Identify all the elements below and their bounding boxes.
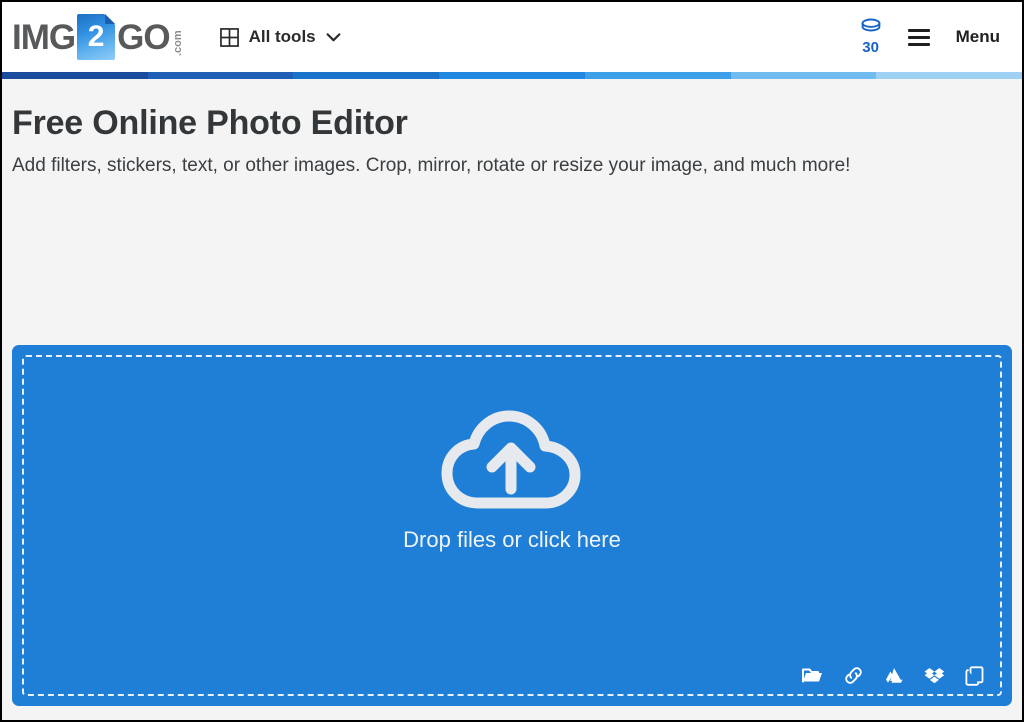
header-right-actions: 30 Menu xyxy=(860,18,1000,57)
menu-button[interactable]: Menu xyxy=(956,27,1000,47)
gradient-bar-segment-6 xyxy=(730,72,877,79)
copy-icon[interactable] xyxy=(965,665,984,686)
folder-icon[interactable] xyxy=(802,667,823,684)
grid-icon xyxy=(219,27,239,47)
gradient-bar-segment-2 xyxy=(147,72,294,79)
dropzone-center-content: Drop files or click here xyxy=(12,407,1012,553)
img2go-photo-editor-page: IMG 2 GO .com All tools 30 Menu Free Onl… xyxy=(0,0,1024,722)
gradient-bar-segment-3 xyxy=(293,72,440,79)
gradient-bar-segment-7 xyxy=(876,72,1022,79)
hamburger-menu-icon[interactable] xyxy=(907,28,930,46)
site-header: IMG 2 GO .com All tools 30 Menu xyxy=(2,2,1022,72)
gradient-accent-bar xyxy=(2,72,1022,79)
file-source-icons xyxy=(802,665,984,686)
all-tools-label: All tools xyxy=(248,27,316,46)
gradient-bar-segment-5 xyxy=(584,72,731,79)
credits-counter[interactable]: 30 xyxy=(860,18,882,57)
chevron-down-icon xyxy=(326,32,341,42)
gradient-bar-segment-4 xyxy=(439,72,585,79)
all-tools-menu[interactable]: All tools xyxy=(219,27,341,47)
logo-text-dotcom: .com xyxy=(171,30,184,56)
logo-badge-document-icon: 2 xyxy=(77,14,116,60)
page-subtitle: Add filters, stickers, text, or other im… xyxy=(12,155,851,176)
main-content: Free Online Photo Editor Add filters, st… xyxy=(2,79,1022,720)
img2go-logo[interactable]: IMG 2 GO .com xyxy=(12,14,184,60)
link-icon[interactable] xyxy=(843,665,864,686)
logo-text-img: IMG xyxy=(12,17,76,57)
google-drive-icon[interactable] xyxy=(884,666,904,685)
coin-icon xyxy=(860,18,882,39)
dropbox-icon[interactable] xyxy=(924,666,945,685)
hamburger-line xyxy=(907,35,930,39)
dropzone-label: Drop files or click here xyxy=(403,527,621,552)
hamburger-line xyxy=(907,28,930,32)
cloud-upload-icon xyxy=(438,407,586,515)
page-title: Free Online Photo Editor xyxy=(12,104,408,142)
gradient-bar-segment-1 xyxy=(2,72,148,79)
file-dropzone[interactable]: Drop files or click here Choose File xyxy=(12,345,1012,706)
credits-count: 30 xyxy=(862,38,879,56)
hamburger-line xyxy=(907,42,930,46)
logo-text-go: GO xyxy=(117,17,170,57)
logo-badge-text: 2 xyxy=(87,20,105,53)
